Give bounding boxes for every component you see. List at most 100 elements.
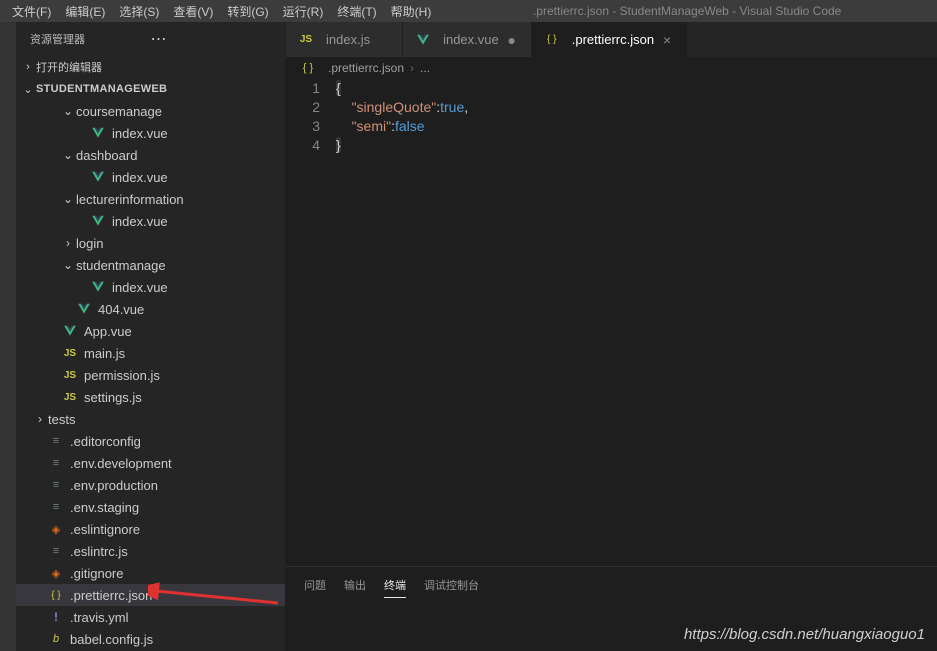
babel-icon: b: [48, 631, 64, 647]
panel-tab-problems[interactable]: 问题: [304, 573, 326, 598]
vue-icon: [90, 279, 106, 295]
file-item[interactable]: App.vue: [16, 320, 285, 342]
more-icon[interactable]: ⋯: [151, 29, 272, 49]
file-item[interactable]: ≡ .env.staging: [16, 496, 285, 518]
file-item[interactable]: JSpermission.js: [16, 364, 285, 386]
tree-label: babel.config.js: [70, 632, 153, 647]
file-item[interactable]: index.vue: [16, 166, 285, 188]
menu-help[interactable]: 帮助(H): [385, 2, 438, 21]
menu-go[interactable]: 转到(G): [221, 2, 274, 21]
file-item[interactable]: ! .travis.yml: [16, 606, 285, 628]
json-icon: { }: [544, 32, 560, 48]
section-label: STUDENTMANAGEWEB: [36, 83, 167, 95]
file-item[interactable]: JSsettings.js: [16, 386, 285, 408]
bottom-panel: 问题 输出 终端 调试控制台: [286, 566, 937, 651]
chevron-down-icon: ⌄: [20, 83, 36, 96]
menu-view[interactable]: 查看(V): [167, 2, 219, 21]
chevron-down-icon: ⌄: [60, 192, 76, 206]
file-item[interactable]: ≡ .env.development: [16, 452, 285, 474]
git-icon: ◈: [48, 565, 64, 581]
editor-tab[interactable]: index.vue ●: [403, 22, 532, 57]
tree-label: .env.development: [70, 456, 172, 471]
tree-label: index.vue: [112, 214, 168, 229]
breadcrumb-sep: ›: [410, 61, 414, 75]
file-item[interactable]: ≡ .editorconfig: [16, 430, 285, 452]
folder-item[interactable]: ›tests: [16, 408, 285, 430]
file-item[interactable]: ◈ .gitignore: [16, 562, 285, 584]
conf-icon: ≡: [48, 477, 64, 493]
line-gutter: 1 2 3 4: [286, 79, 336, 566]
tree-label: login: [76, 236, 103, 251]
folder-item[interactable]: ⌄dashboard: [16, 144, 285, 166]
file-item[interactable]: JSmain.js: [16, 342, 285, 364]
tree-label: App.vue: [84, 324, 132, 339]
window-title: .prettierrc.json - StudentManageWeb - Vi…: [437, 4, 937, 18]
tree-label: coursemanage: [76, 104, 162, 119]
tree-label: index.vue: [112, 126, 168, 141]
breadcrumb[interactable]: { } .prettierrc.json › ...: [286, 57, 937, 79]
tree-label: .eslintrc.js: [70, 544, 128, 559]
panel-tab-output[interactable]: 输出: [344, 573, 366, 598]
yaml-icon: !: [48, 609, 64, 625]
close-icon[interactable]: ×: [660, 32, 674, 48]
tree-label: .editorconfig: [70, 434, 141, 449]
chevron-down-icon: ⌄: [60, 104, 76, 118]
file-item[interactable]: ≡ .eslintrc.js: [16, 540, 285, 562]
tree-label: .travis.yml: [70, 610, 129, 625]
menu-select[interactable]: 选择(S): [113, 2, 165, 21]
panel-tab-terminal[interactable]: 终端: [384, 573, 406, 598]
folder-item[interactable]: ⌄lecturerinformation: [16, 188, 285, 210]
file-item[interactable]: 404.vue: [16, 298, 285, 320]
conf-icon: ≡: [48, 433, 64, 449]
dirty-dot-icon[interactable]: ●: [505, 32, 519, 48]
tree-label: dashboard: [76, 148, 137, 163]
tree-label: permission.js: [84, 368, 160, 383]
menu-edit[interactable]: 编辑(E): [59, 2, 111, 21]
tab-label: index.vue: [443, 32, 499, 47]
folder-item[interactable]: ›login: [16, 232, 285, 254]
vue-icon: [90, 213, 106, 229]
section-label: 打开的编辑器: [36, 59, 102, 75]
sidebar-title: 资源管理器: [30, 31, 151, 47]
tree-label: lecturerinformation: [76, 192, 184, 207]
section-open-editors[interactable]: › 打开的编辑器: [16, 56, 285, 78]
chevron-right-icon: ›: [60, 236, 76, 250]
tree-label: .gitignore: [70, 566, 123, 581]
menu-run[interactable]: 运行(R): [277, 2, 330, 21]
folder-item[interactable]: ⌄studentmanage: [16, 254, 285, 276]
tree-label: .prettierrc.json: [70, 588, 152, 603]
vue-icon: [76, 301, 92, 317]
tree-label: settings.js: [84, 390, 142, 405]
panel-tab-debug[interactable]: 调试控制台: [424, 573, 479, 598]
editor-tabs: JSindex.js index.vue ● { }.prettierrc.json×: [286, 22, 937, 57]
conf-icon: ≡: [48, 499, 64, 515]
js-icon: JS: [298, 32, 314, 48]
chevron-right-icon: ›: [32, 412, 48, 426]
json-icon: { }: [300, 60, 316, 76]
section-project[interactable]: ⌄ STUDENTMANAGEWEB: [16, 78, 285, 100]
tree-label: main.js: [84, 346, 125, 361]
json-icon: { }: [48, 587, 64, 603]
file-item[interactable]: ◈ .eslintignore: [16, 518, 285, 540]
vue-icon: [62, 323, 78, 339]
file-item[interactable]: b babel.config.js: [16, 628, 285, 650]
git-icon: ◈: [48, 521, 64, 537]
tree-label: .eslintignore: [70, 522, 140, 537]
file-item[interactable]: { } .prettierrc.json: [16, 584, 285, 606]
editor-tab[interactable]: JSindex.js: [286, 22, 403, 57]
file-item[interactable]: ≡.env.production: [16, 474, 285, 496]
folder-item[interactable]: ⌄coursemanage: [16, 100, 285, 122]
activity-bar: [0, 22, 16, 651]
conf-icon: ≡: [48, 543, 64, 559]
tree-label: 404.vue: [98, 302, 144, 317]
conf-icon: ≡: [48, 455, 64, 471]
menu-terminal[interactable]: 终端(T): [331, 2, 382, 21]
editor-tab[interactable]: { }.prettierrc.json×: [532, 22, 687, 57]
editor-content[interactable]: { "singleQuote":true, "semi":false }: [336, 79, 937, 566]
file-item[interactable]: index.vue: [16, 122, 285, 144]
file-item[interactable]: index.vue: [16, 276, 285, 298]
tree-label: .env.staging: [70, 500, 139, 515]
sidebar: 资源管理器 ⋯ › 打开的编辑器 ⌄ STUDENTMANAGEWEB ⌄cou…: [16, 22, 286, 651]
file-item[interactable]: index.vue: [16, 210, 285, 232]
menu-file[interactable]: 文件(F): [6, 2, 57, 21]
